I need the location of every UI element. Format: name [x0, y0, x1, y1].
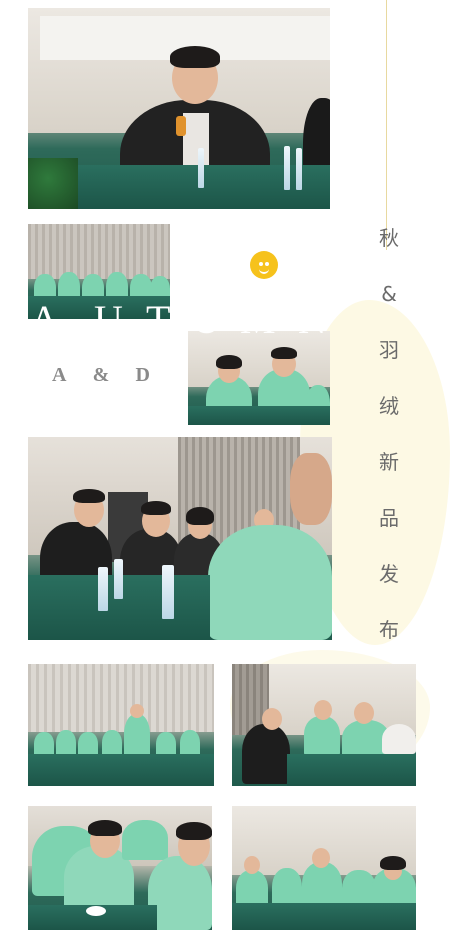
title-char-1: 秋 — [379, 226, 399, 250]
title-char-5: 新 — [379, 450, 399, 474]
vertical-title: 秋 & 羽 绒 新 品 发 布 — [375, 224, 403, 672]
divider-line — [386, 0, 387, 250]
title-char-2: & — [381, 282, 397, 306]
smiling-attendee-photo — [28, 806, 212, 930]
ad-monogram: A & D — [52, 364, 150, 387]
page: { "headline": { "autumn_letters": ["A", … — [0, 0, 450, 942]
seated-row-photo — [232, 806, 416, 930]
ad-letter-d: D — [135, 364, 150, 386]
title-char-4: 绒 — [379, 394, 399, 418]
donut-face-icon — [250, 251, 278, 279]
ad-letter-a: A — [52, 364, 67, 386]
autumn-letter-n: N — [298, 297, 327, 342]
autumn-letter-m: M — [240, 297, 276, 342]
title-char-6: 品 — [379, 506, 399, 530]
autumn-letter-u1: U — [94, 297, 123, 342]
standing-speaker-photo — [28, 664, 214, 786]
speaker-photo — [28, 8, 330, 209]
autumn-letter-u2: U — [192, 297, 221, 342]
autumn-letter-a: A — [30, 297, 59, 342]
ad-ampersand: & — [92, 364, 110, 386]
title-char-3: 羽 — [379, 338, 399, 362]
title-char-7: 发 — [379, 562, 399, 586]
autumn-letter-t: T — [146, 297, 171, 342]
discussion-table-photo — [28, 437, 332, 640]
two-attendees-photo — [188, 331, 330, 425]
right-table-photo — [232, 664, 416, 786]
